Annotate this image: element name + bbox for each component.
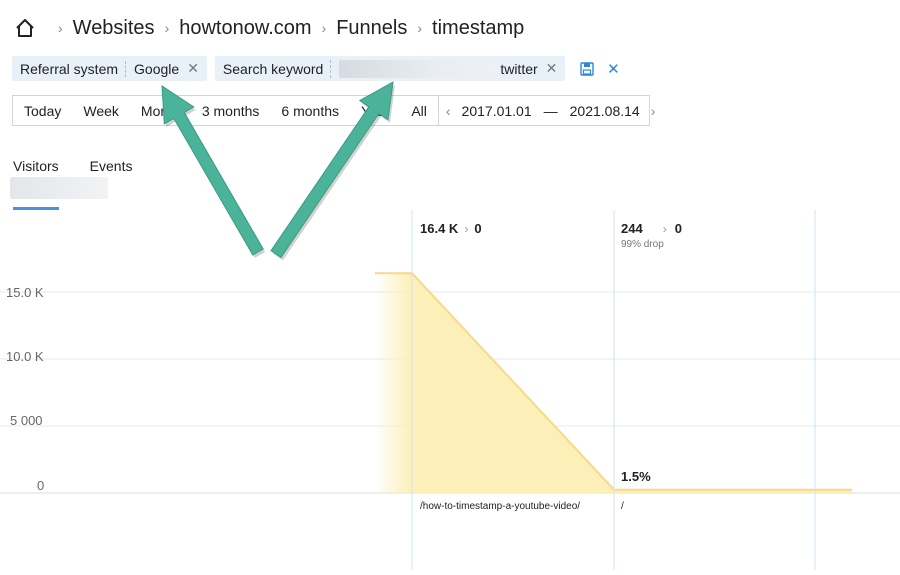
metric-tabs: Visitors Events <box>13 158 163 174</box>
stage-1-next: 0 <box>474 221 482 236</box>
stage-1-value: 16.4 K <box>420 221 459 236</box>
chevron-right-icon[interactable]: › <box>644 103 663 119</box>
y-tick-label: 10.0 K <box>6 349 44 364</box>
funnel-chart-svg <box>0 210 900 570</box>
chevron-left-icon[interactable]: ‹ <box>439 103 458 119</box>
filter-chip-keyword[interactable]: Search keyword twitter ✕ <box>214 56 566 81</box>
period-3-months[interactable]: 3 months <box>191 103 271 119</box>
date-range: ‹ 2017.01.01 — 2021.08.14 › <box>437 96 663 125</box>
stage-1-label: /how-to-timestamp-a-youtube-video/ <box>420 501 581 512</box>
date-to[interactable]: 2021.08.14 <box>566 103 644 119</box>
stage-2-drop: 99% drop <box>621 239 664 250</box>
close-icon[interactable]: ✕ <box>185 60 207 77</box>
save-icon[interactable] <box>577 59 597 79</box>
funnel-chart: 15.0 K 10.0 K 5 000 0 16.4 K › 0 244 › 0… <box>0 210 900 570</box>
y-tick-label: 0 <box>37 478 45 493</box>
breadcrumb-websites[interactable]: Websites <box>73 17 155 40</box>
period-6-months[interactable]: 6 months <box>270 103 350 119</box>
y-tick-label: 15.0 K <box>6 285 44 300</box>
stage-2-value: 244 <box>621 221 643 236</box>
filter-key: Search keyword <box>222 60 324 77</box>
filter-value: Google <box>125 60 185 77</box>
date-separator: — <box>543 102 558 119</box>
filter-chip-referral[interactable]: Referral system Google ✕ <box>12 56 207 81</box>
redacted-text <box>339 59 498 78</box>
home-icon[interactable] <box>14 17 36 39</box>
stage-2-label: / <box>621 501 624 512</box>
filter-value-wrap: twitter <box>330 59 543 78</box>
stage-2-header: 244 › 0 <box>621 221 682 236</box>
period-all[interactable]: All <box>400 103 438 119</box>
stage-1-header: 16.4 K › 0 <box>420 221 482 236</box>
tab-events[interactable]: Events <box>90 158 133 174</box>
funnel-area-lead <box>375 273 412 493</box>
period-today[interactable]: Today <box>13 103 72 119</box>
y-tick-label: 5 000 <box>10 413 43 428</box>
chevron-right-icon: › <box>58 20 63 36</box>
period-year[interactable]: Year <box>350 103 400 119</box>
breadcrumb: › Websites › howtonow.com › Funnels › ti… <box>14 14 524 42</box>
funnel-area <box>412 273 852 493</box>
filter-bar: Referral system Google ✕ Search keyword … <box>12 56 623 81</box>
chevron-right-icon: › <box>164 20 170 36</box>
breadcrumb-funnels[interactable]: Funnels <box>336 17 407 40</box>
redacted-value <box>10 177 108 199</box>
stage-2-next: 0 <box>674 221 682 236</box>
stage-2-conversion: 1.5% <box>621 469 651 484</box>
chevron-right-icon: › <box>417 20 423 36</box>
clear-filters-icon[interactable]: ✕ <box>603 59 623 79</box>
tab-visitors[interactable]: Visitors <box>13 158 59 174</box>
period-selector: Today Week Month 3 months 6 months Year … <box>12 95 655 126</box>
breadcrumb-site[interactable]: howtonow.com <box>179 17 311 40</box>
period-week[interactable]: Week <box>72 103 130 119</box>
chevron-right-icon: › <box>662 221 667 236</box>
chevron-right-icon: › <box>321 20 327 36</box>
date-from[interactable]: 2017.01.01 <box>458 103 536 119</box>
filter-key: Referral system <box>20 60 119 77</box>
period-month[interactable]: Month <box>130 103 191 119</box>
breadcrumb-current: timestamp <box>432 16 525 39</box>
filter-value: twitter <box>500 60 538 77</box>
close-icon[interactable]: ✕ <box>544 60 566 77</box>
chevron-right-icon: › <box>464 221 469 236</box>
